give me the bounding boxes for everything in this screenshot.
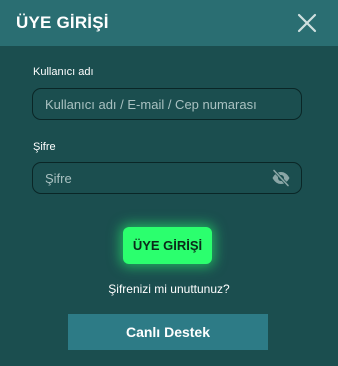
- login-button[interactable]: ÜYE GİRİŞİ: [123, 227, 212, 264]
- modal-title: ÜYE GİRİŞİ: [16, 13, 109, 32]
- eye-off-icon[interactable]: [271, 169, 291, 187]
- close-icon[interactable]: [296, 12, 318, 34]
- username-input[interactable]: [45, 89, 275, 119]
- forgot-password-link[interactable]: Şifrenizi mi unuttunuz?: [0, 282, 338, 296]
- login-modal: ÜYE GİRİŞİ Kullanıcı adı Şifre ÜYE GİRİŞ…: [0, 0, 338, 366]
- modal-header: ÜYE GİRİŞİ: [0, 0, 338, 46]
- password-field-wrapper: [32, 162, 302, 194]
- username-label: Kullanıcı adı: [33, 66, 94, 78]
- username-field-wrapper: [32, 88, 302, 120]
- password-input[interactable]: [45, 163, 275, 193]
- live-support-button[interactable]: Canlı Destek: [68, 314, 268, 350]
- password-label: Şifre: [33, 141, 56, 153]
